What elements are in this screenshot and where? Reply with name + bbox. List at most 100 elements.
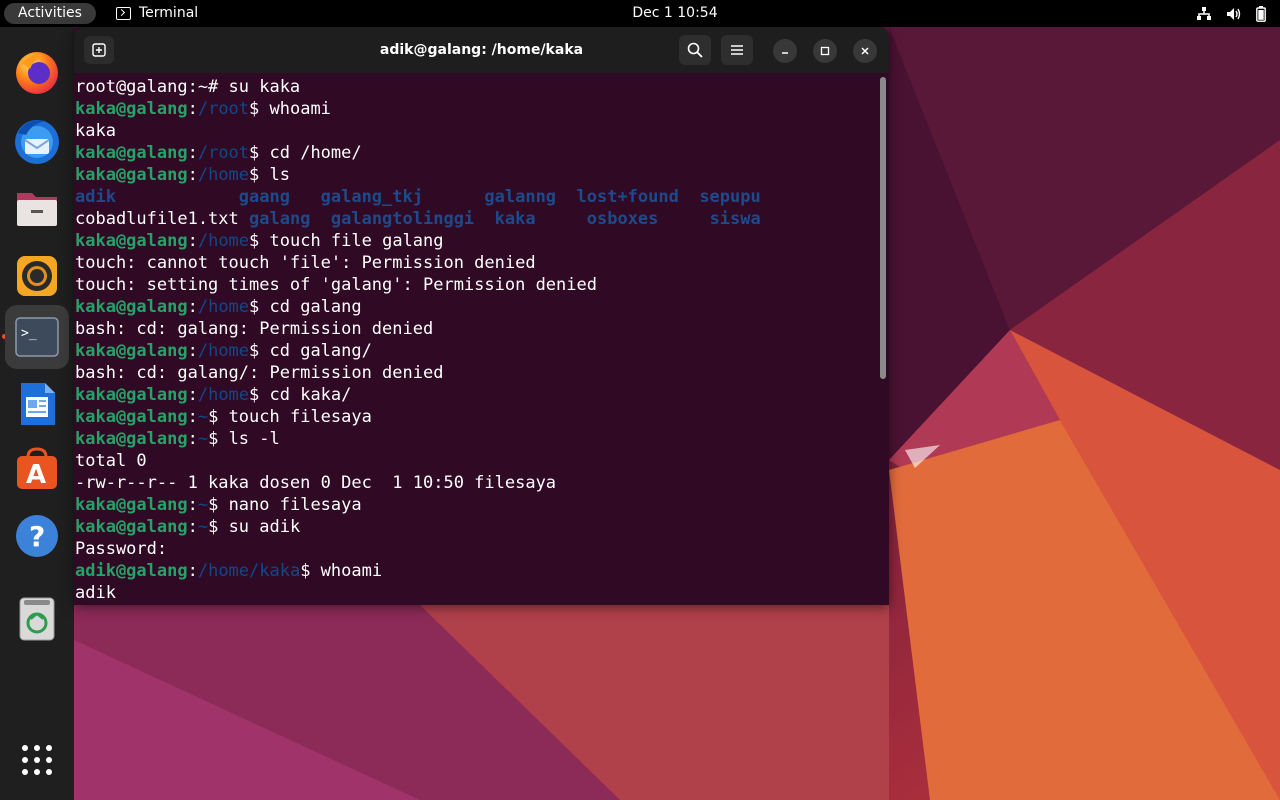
terminal-segment: /home [197,341,250,361]
terminal-segment: kaka@galang [75,495,188,515]
terminal-segment: : [187,517,198,537]
terminal-segment: ~ [197,429,209,449]
terminal-segment: $ cd /home/ [249,143,362,163]
maximize-button[interactable] [813,39,837,63]
terminal-segment: cobadlufile1.txt [75,209,249,229]
dock-item-firefox[interactable] [5,40,69,104]
show-apps-button[interactable] [5,728,69,792]
scrollbar[interactable] [880,77,886,379]
dock-item-trash[interactable] [5,587,69,651]
terminal-output[interactable]: root@galang:~# su kaka kaka@galang:/root$… [75,76,761,604]
trash-icon [19,597,55,641]
help-icon: ? [16,515,58,557]
activities-button[interactable]: Activities [4,3,96,24]
terminal-line: bash: cd: galang: Permission denied [75,318,761,340]
terminal-segment: $ touch filesaya [208,407,372,427]
system-tray[interactable] [1196,0,1266,27]
terminal-line: adik gaang galang_tkj galanng lost+found… [75,186,761,208]
terminal-segment: : [187,143,198,163]
terminal-segment: galang galangtolinggi kaka osboxes siswa [249,209,761,229]
search-icon [687,42,703,58]
terminal-segment: $ cd galang [249,297,362,317]
dock-item-terminal[interactable]: >_ [5,305,69,369]
terminal-line: total 0 [75,450,761,472]
terminal-segment: -rw-r--r-- 1 kaka dosen 0 Dec 1 10:50 fi… [75,473,557,493]
dock: >_ A ? [0,27,74,800]
grid-icon [22,745,52,775]
terminal-segment: /root [197,143,250,163]
terminal-body[interactable]: root@galang:~# su kaka kaka@galang:/root$… [74,73,889,605]
terminal-segment: /home [197,385,250,405]
clock[interactable]: Dec 1 10:54 [620,0,730,27]
terminal-segment: kaka [75,121,116,141]
terminal-segment: kaka@galang [75,231,188,251]
terminal-segment: root@galang:~# su kaka [75,77,301,97]
app-menu[interactable]: Terminal [116,0,198,27]
terminal-segment: kaka@galang [75,99,188,119]
files-icon [17,193,57,226]
terminal-segment: /root [197,99,250,119]
terminal-segment: /home [197,231,250,251]
dock-item-app-center[interactable]: A [5,436,69,500]
minimize-icon [782,52,788,54]
dock-item-help[interactable]: ? [5,504,69,568]
volume-icon [1227,7,1241,20]
terminal-line: kaka@galang:/home$ cd galang/ [75,340,761,362]
terminal-segment: kaka@galang [75,297,188,317]
terminal-segment: : [187,99,198,119]
terminal-segment: $ ls [249,165,290,185]
svg-text:?: ? [29,520,45,553]
terminal-icon [116,7,131,20]
terminal-segment: $ whoami [300,561,383,581]
svg-text:A: A [26,460,46,490]
close-button[interactable] [853,39,877,63]
dock-item-thunderbird[interactable] [5,108,69,172]
terminal-segment: adik gaang galang_tkj galanng lost+found… [75,187,761,207]
terminal-segment: touch: setting times of 'galang': Permis… [75,275,597,295]
dock-item-rhythmbox[interactable] [5,244,69,308]
terminal-line: kaka@galang:~$ touch filesaya [75,406,761,428]
terminal-segment: kaka@galang [75,517,188,537]
terminal-line: kaka@galang:~$ ls -l [75,428,761,450]
terminal-line: kaka@galang:/home$ cd kaka/ [75,384,761,406]
terminal-line: kaka@galang:/home$ touch file galang [75,230,761,252]
terminal-segment: /home [197,297,250,317]
terminal-segment: kaka@galang [75,385,188,405]
new-tab-button[interactable] [84,36,114,64]
terminal-segment: /home/kaka [197,561,301,581]
terminal-segment: : [187,429,198,449]
svg-text:>_: >_ [21,326,37,341]
terminal-segment: total 0 [75,451,147,471]
terminal-line: adik [75,582,761,604]
header-bar[interactable]: adik@galang: /home/kaka [74,27,889,73]
rhythmbox-icon [17,256,57,296]
window-title: adik@galang: /home/kaka [379,42,584,58]
terminal-line: kaka@galang:/root$ cd /home/ [75,142,761,164]
search-button[interactable] [679,35,711,65]
terminal-window[interactable]: adik@galang: /home/kaka root@galang:~# s… [74,27,889,605]
terminal-segment: bash: cd: galang/: Permission denied [75,363,444,383]
writer-icon [21,383,55,425]
terminal-segment: $ touch file galang [249,231,444,251]
terminal-segment: : [187,407,198,427]
app-center-icon: A [17,447,57,490]
terminal-segment: kaka@galang [75,165,188,185]
terminal-segment: ~ [197,517,209,537]
terminal-line: kaka@galang:/root$ whoami [75,98,761,120]
terminal-segment: kaka@galang [75,407,188,427]
dock-item-files[interactable] [5,176,69,240]
menu-icon [731,45,743,55]
terminal-segment: $ ls -l [208,429,280,449]
menu-button[interactable] [721,35,753,65]
terminal-segment: $ cd kaka/ [249,385,352,405]
terminal-segment: : [187,165,198,185]
terminal-segment: adik@galang [75,561,188,581]
minimize-button[interactable] [773,39,797,63]
terminal-line: kaka@galang:~$ su adik [75,516,761,538]
network-icon [1197,6,1211,20]
terminal-segment: : [187,561,198,581]
terminal-segment: bash: cd: galang: Permission denied [75,319,434,339]
terminal-line: kaka@galang:/home$ ls [75,164,761,186]
terminal-line: kaka@galang:~$ nano filesaya [75,494,761,516]
dock-item-writer[interactable] [5,372,69,436]
